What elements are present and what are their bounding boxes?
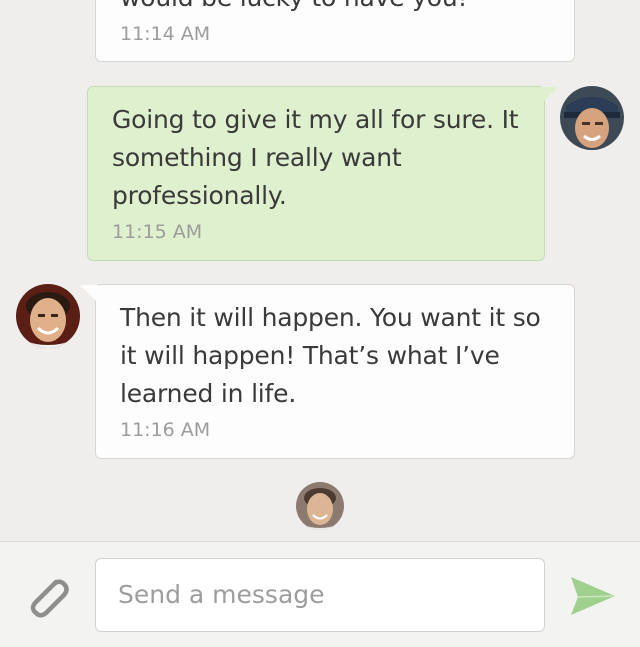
message-line: learned in life. bbox=[120, 379, 297, 408]
avatar-self-image bbox=[560, 86, 624, 150]
message-bubble-outgoing: Going to give it my all for sure. It som… bbox=[87, 86, 545, 261]
message-line: professionally. bbox=[112, 181, 287, 210]
bubble-tail bbox=[80, 285, 98, 303]
message-composer: Send a message bbox=[0, 541, 640, 647]
message-bubble-incoming: Then it will happen. You want it so it w… bbox=[95, 284, 575, 459]
message-input[interactable]: Send a message bbox=[95, 558, 545, 632]
message-timestamp: 11:14 AM bbox=[120, 23, 211, 45]
message-text: would be lucky to have you! bbox=[120, 0, 550, 13]
message-timestamp: 11:15 AM bbox=[112, 221, 203, 243]
message-line: Then it will happen. You want it so bbox=[120, 303, 541, 332]
send-arrow-icon[interactable] bbox=[570, 576, 616, 616]
avatar-contact-image bbox=[16, 284, 80, 348]
avatar-self[interactable] bbox=[560, 86, 624, 150]
message-timestamp: 11:16 AM bbox=[120, 419, 211, 441]
paperclip-icon[interactable] bbox=[22, 572, 72, 622]
message-bubble-incoming: would be lucky to have you! 11:14 AM bbox=[95, 0, 575, 62]
typing-avatar-image bbox=[296, 482, 344, 530]
typing-indicator-avatar bbox=[296, 482, 344, 530]
message-line: something I really want bbox=[112, 143, 402, 172]
message-line: it will happen! That’s what I’ve bbox=[120, 341, 500, 370]
avatar-contact[interactable] bbox=[16, 284, 80, 348]
message-line: Going to give it my all for sure. It bbox=[112, 105, 519, 134]
